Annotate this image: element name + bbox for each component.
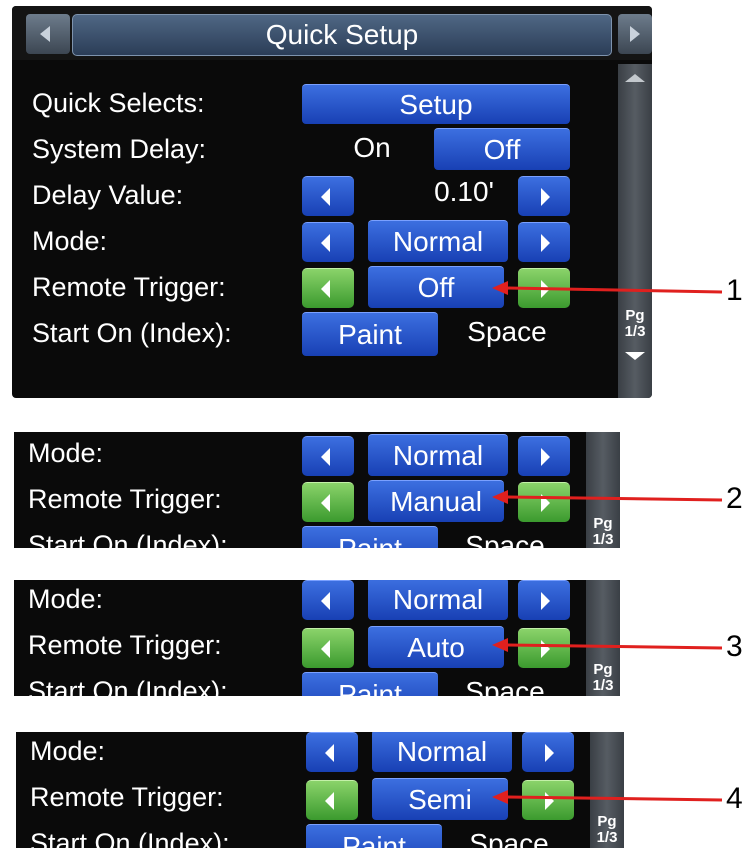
arrowhead-1-icon [492, 281, 508, 295]
callout-arrow-4 [504, 795, 723, 802]
arrowhead-3-icon [492, 638, 508, 652]
callout-arrow-1 [504, 286, 723, 294]
callout-arrows [492, 281, 723, 804]
callout-number-1: 1 [726, 274, 743, 307]
callout-number-4: 4 [726, 782, 743, 815]
arrowhead-4-icon [492, 790, 508, 804]
callout-number-3: 3 [726, 630, 743, 663]
callout-number-2: 2 [726, 482, 743, 515]
callout-arrow-2 [504, 495, 723, 502]
arrowhead-2-icon [492, 490, 508, 504]
callout-arrow-3 [504, 643, 723, 650]
